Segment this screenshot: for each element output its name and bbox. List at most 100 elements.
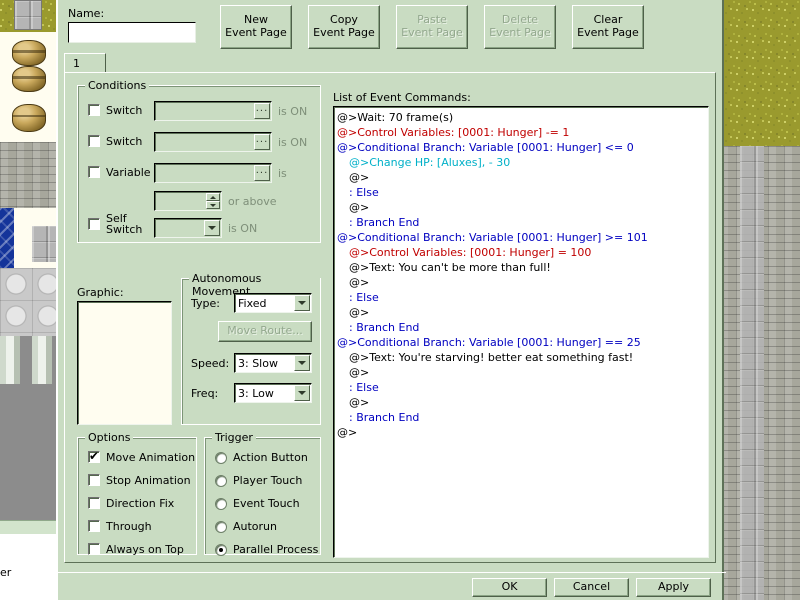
option-move-animation[interactable]: Move Animation	[88, 451, 195, 463]
trigger-action-button[interactable]: Action Button	[215, 451, 308, 464]
trigger-autorun[interactable]: Autorun	[215, 520, 277, 533]
event-command-line[interactable]: : Else	[337, 185, 706, 200]
event-command-line[interactable]: @>	[337, 395, 706, 410]
chevron-down-icon[interactable]	[294, 385, 310, 401]
condition-variable-value-suffix: or above	[228, 195, 276, 208]
condition-variable-value-stepper[interactable]	[154, 191, 222, 211]
trigger-player-touch-radio[interactable]	[215, 475, 227, 487]
condition-variable-browse-button[interactable]: ···	[254, 165, 270, 181]
new-event-page-button[interactable]: NewEvent Page	[220, 5, 292, 49]
event-command-line[interactable]: : Branch End	[337, 410, 706, 425]
condition-switch-1-browse-button[interactable]: ···	[254, 103, 270, 119]
condition-variable-value-spin-buttons[interactable]	[206, 193, 220, 209]
clear-event-page-button[interactable]: ClearEvent Page	[572, 5, 644, 49]
tile-stone-inset[interactable]	[14, 0, 42, 30]
condition-self-switch-combo[interactable]	[154, 218, 222, 238]
option-stop-animation-checkbox[interactable]	[88, 474, 100, 486]
condition-switch-2-browse-button[interactable]: ···	[254, 134, 270, 150]
event-command-line[interactable]: @>	[337, 275, 706, 290]
event-command-line[interactable]: : Else	[337, 290, 706, 305]
trigger-action-button-radio[interactable]	[215, 452, 227, 464]
option-always-on-top[interactable]: Always on Top	[88, 543, 184, 555]
event-command-line[interactable]: : Else	[337, 380, 706, 395]
event-command-line[interactable]: @>Wait: 70 frame(s)	[337, 110, 706, 125]
event-commands-list[interactable]: @>Wait: 70 frame(s)@>Control Variables: …	[333, 106, 709, 558]
trigger-event-touch[interactable]: Event Touch	[215, 497, 300, 510]
option-direction-fix[interactable]: Direction Fix	[88, 497, 174, 509]
tile-brick-wall[interactable]	[0, 142, 56, 208]
apply-button[interactable]: Apply	[636, 578, 711, 597]
event-command-line[interactable]: @>	[337, 200, 706, 215]
trigger-event-touch-radio[interactable]	[215, 498, 227, 510]
condition-switch-2[interactable]: Switch	[88, 135, 142, 147]
tile-stairs[interactable]	[32, 226, 56, 262]
event-command-line[interactable]: @>Conditional Branch: Variable [0001: Hu…	[337, 140, 706, 155]
tile-dark-floor[interactable]	[0, 384, 56, 520]
chevron-down-icon[interactable]	[294, 355, 310, 371]
event-command-line[interactable]: @>Text: You can't be more than full!	[337, 260, 706, 275]
event-command-line[interactable]: : Branch End	[337, 320, 706, 335]
event-command-line[interactable]: @>	[337, 305, 706, 320]
event-command-line[interactable]: @>Conditional Branch: Variable [0001: Hu…	[337, 335, 706, 350]
condition-switch-2-field[interactable]: ···	[154, 132, 272, 152]
condition-switch-1[interactable]: Switch	[88, 104, 142, 116]
delete-event-page-button[interactable]: DeleteEvent Page	[484, 5, 556, 49]
map-canvas[interactable]	[720, 0, 800, 600]
condition-self-switch[interactable]: Self Switch	[88, 213, 142, 235]
graphic-preview[interactable]	[77, 301, 172, 425]
paste-event-page-button[interactable]: PasteEvent Page	[396, 5, 468, 49]
paste-event-page-line2: Event Page	[401, 27, 463, 40]
condition-switch-1-field[interactable]: ···	[154, 101, 272, 121]
event-command-line[interactable]: @>Change HP: [Aluxes], - 30	[337, 155, 706, 170]
option-always-on-top-checkbox[interactable]	[88, 543, 100, 555]
event-command-line[interactable]: @>Control Variables: [0001: Hunger] -= 1	[337, 125, 706, 140]
option-stop-animation[interactable]: Stop Animation	[88, 474, 191, 486]
option-through[interactable]: Through	[88, 520, 152, 532]
option-direction-fix-checkbox[interactable]	[88, 497, 100, 509]
event-command-line[interactable]: : Branch End	[337, 215, 706, 230]
ok-button[interactable]: OK	[472, 578, 547, 597]
name-input[interactable]	[68, 22, 196, 43]
chevron-down-icon[interactable]	[204, 220, 220, 236]
move-route-button[interactable]: Move Route...	[218, 321, 312, 342]
trigger-parallel-process[interactable]: Parallel Process	[215, 543, 318, 556]
clear-event-page-line2: Event Page	[577, 27, 639, 40]
condition-variable[interactable]: Variable	[88, 166, 151, 178]
condition-variable-field[interactable]: ···	[154, 163, 272, 183]
stepper-down-button[interactable]	[206, 201, 220, 209]
trigger-parallel-process-radio[interactable]	[215, 544, 227, 556]
condition-self-switch-checkbox[interactable]	[88, 218, 100, 230]
event-command-line[interactable]: @>Conditional Branch: Variable [0001: Hu…	[337, 230, 706, 245]
condition-switch-1-checkbox[interactable]	[88, 104, 100, 116]
movement-freq-combo[interactable]: 3: Low	[234, 383, 312, 403]
event-command-line[interactable]: @>Text: You're starving! better eat some…	[337, 350, 706, 365]
copy-event-page-button[interactable]: CopyEvent Page	[308, 5, 380, 49]
option-through-checkbox[interactable]	[88, 520, 100, 532]
map-grass-region[interactable]	[720, 0, 800, 146]
event-command-line[interactable]: @>	[337, 170, 706, 185]
condition-switch-2-checkbox[interactable]	[88, 135, 100, 147]
tileset-palette[interactable]	[0, 0, 56, 520]
chevron-down-icon[interactable]	[294, 295, 310, 311]
event-command-line[interactable]: @>Control Variables: [0001: Hunger] = 10…	[337, 245, 706, 260]
trigger-autorun-radio[interactable]	[215, 521, 227, 533]
apply-label: Apply	[658, 581, 689, 594]
event-command-line[interactable]: @>	[337, 425, 706, 440]
map-path-region[interactable]	[740, 146, 764, 600]
condition-variable-checkbox[interactable]	[88, 166, 100, 178]
tile-barrels-bg[interactable]	[0, 32, 56, 142]
condition-switch-1-suffix: is ON	[278, 105, 307, 118]
tile-water[interactable]	[0, 208, 14, 268]
movement-type-combo[interactable]: Fixed	[234, 293, 312, 313]
tile-pillars[interactable]	[0, 336, 56, 384]
movement-speed-combo[interactable]: 3: Slow	[234, 353, 312, 373]
condition-switch-2-label: Switch	[106, 136, 142, 147]
stepper-up-button[interactable]	[206, 193, 220, 201]
condition-switch-2-suffix: is ON	[278, 136, 307, 149]
trigger-player-touch[interactable]: Player Touch	[215, 474, 302, 487]
tile-circle-floor[interactable]	[0, 268, 56, 336]
cancel-button[interactable]: Cancel	[554, 578, 629, 597]
option-move-animation-checkbox[interactable]	[88, 451, 100, 463]
event-command-line[interactable]: @>	[337, 365, 706, 380]
tab-page-1[interactable]: 1	[64, 53, 106, 73]
